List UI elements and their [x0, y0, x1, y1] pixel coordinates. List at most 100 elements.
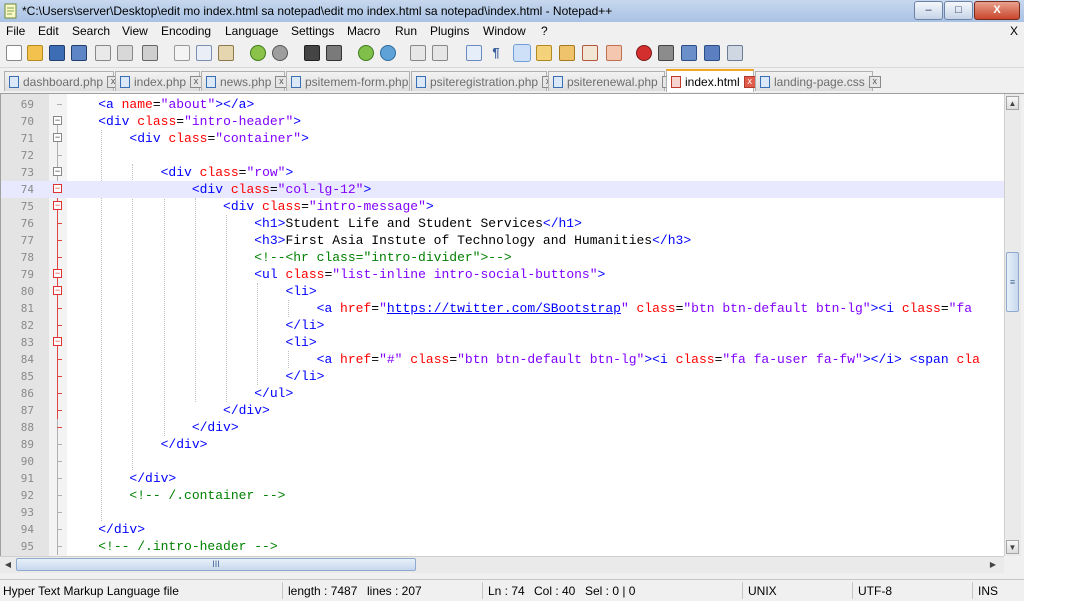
tab-close-icon[interactable]: x: [743, 75, 756, 88]
run-macro-multiple-icon[interactable]: [704, 45, 720, 61]
fold-toggle-icon[interactable]: −: [53, 167, 62, 176]
code-line[interactable]: 84 <a href="#" class="btn btn-default bt…: [1, 351, 1005, 368]
code-line[interactable]: 73 − <div class="row">: [1, 164, 1005, 181]
code-line[interactable]: 91 </div>: [1, 470, 1005, 487]
code-line[interactable]: 82 </li>: [1, 317, 1005, 334]
sync-scroll-h-icon[interactable]: [432, 45, 448, 61]
tab-psitemem-form-php[interactable]: psitemem-form.php x: [286, 71, 425, 91]
show-all-characters-icon[interactable]: ¶: [488, 45, 504, 61]
fold-toggle-icon[interactable]: −: [53, 133, 62, 142]
stop-recording-icon[interactable]: [658, 45, 674, 61]
menu-run[interactable]: Run: [395, 24, 417, 38]
sync-scroll-v-icon[interactable]: [410, 45, 426, 61]
code-line[interactable]: 75 − <div class="intro-message">: [1, 198, 1005, 215]
tab-dashboard-php[interactable]: dashboard.php x: [4, 71, 120, 91]
code-token[interactable]: https://twitter.com/SBootstrap: [387, 301, 621, 316]
code-line[interactable]: 92 <!-- /.container -->: [1, 487, 1005, 504]
vertical-scrollbar[interactable]: ▲ ≡ ▼: [1004, 94, 1021, 556]
close-all-icon[interactable]: [117, 45, 133, 61]
zoom-in-icon[interactable]: [358, 45, 374, 61]
code-line[interactable]: 86 </ul>: [1, 385, 1005, 402]
fold-toggle-icon[interactable]: −: [53, 184, 62, 193]
menu-language[interactable]: Language: [225, 24, 278, 38]
paste-icon[interactable]: [218, 45, 234, 61]
horizontal-scrollbar[interactable]: ◀ III ▶: [0, 556, 1004, 573]
code-line[interactable]: 85 </li>: [1, 368, 1005, 385]
close-button[interactable]: X: [974, 1, 1020, 20]
vertical-scroll-thumb[interactable]: ≡: [1006, 252, 1019, 312]
menu-window[interactable]: Window: [483, 24, 526, 38]
code-line[interactable]: 88 </div>: [1, 419, 1005, 436]
code-line[interactable]: 72: [1, 147, 1005, 164]
fold-toggle-icon[interactable]: −: [53, 269, 62, 278]
code-editor[interactable]: 69 <a name="about"></a> 70− <div class="i…: [0, 94, 1005, 556]
title-bar[interactable]: *C:\Users\server\Desktop\edit mo index.h…: [0, 0, 1024, 23]
tab-close-icon[interactable]: x: [868, 75, 881, 88]
save-macro-icon[interactable]: [727, 45, 743, 61]
scroll-left-arrow[interactable]: ◀: [1, 558, 15, 571]
horizontal-scroll-thumb[interactable]: III: [16, 558, 416, 571]
code-line[interactable]: 95 <!-- /.intro-header -->: [1, 538, 1005, 555]
code-line[interactable]: 80 − <li>: [1, 283, 1005, 300]
code-line[interactable]: 90: [1, 453, 1005, 470]
code-line[interactable]: 94 </div>: [1, 521, 1005, 538]
menu-encoding[interactable]: Encoding: [161, 24, 211, 38]
user-defined-language-icon[interactable]: [536, 45, 552, 61]
menu-search[interactable]: Search: [72, 24, 110, 38]
menu-help[interactable]: ?: [541, 24, 548, 38]
status-insert-mode[interactable]: INS: [978, 584, 998, 598]
scroll-up-arrow[interactable]: ▲: [1006, 96, 1019, 110]
code-line[interactable]: 78 <!--<hr class="intro-divider">-->: [1, 249, 1005, 266]
save-all-icon[interactable]: [71, 45, 87, 61]
close-file-icon[interactable]: [95, 45, 111, 61]
tab-landing-page-css[interactable]: landing-page.css x: [755, 71, 881, 91]
fold-toggle-icon[interactable]: −: [53, 337, 62, 346]
maximize-button[interactable]: □: [944, 1, 973, 20]
tab-psiteregistration-php[interactable]: psiteregistration.php x: [411, 71, 555, 91]
tab-index-html[interactable]: index.html x: [666, 69, 756, 92]
copy-icon[interactable]: [196, 45, 212, 61]
code-line[interactable]: 79 − <ul class="list-inline intro-social-…: [1, 266, 1005, 283]
tab-psiterenewal-php[interactable]: psiterenewal.php x: [548, 71, 674, 91]
open-file-icon[interactable]: [27, 45, 43, 61]
code-line[interactable]: 76 <h1>Student Life and Student Services…: [1, 215, 1005, 232]
menu-edit[interactable]: Edit: [38, 24, 59, 38]
save-icon[interactable]: [49, 45, 65, 61]
code-line[interactable]: 83 − <li>: [1, 334, 1005, 351]
status-eol-format[interactable]: UNIX: [748, 584, 777, 598]
menu-view[interactable]: View: [122, 24, 148, 38]
code-line[interactable]: 74 − <div class="col-lg-12">: [1, 181, 1005, 198]
code-line[interactable]: 70 − <div class="intro-header">: [1, 113, 1005, 130]
menu-settings[interactable]: Settings: [291, 24, 334, 38]
indent-guide-icon[interactable]: [513, 44, 531, 62]
new-file-icon[interactable]: [6, 45, 22, 61]
play-macro-icon[interactable]: [681, 45, 697, 61]
find-icon[interactable]: [304, 45, 320, 61]
code-line[interactable]: 87 </div>: [1, 402, 1005, 419]
folder-as-workspace-icon[interactable]: [606, 45, 622, 61]
record-macro-icon[interactable]: [636, 45, 652, 61]
print-icon[interactable]: [142, 45, 158, 61]
redo-icon[interactable]: [272, 45, 288, 61]
document-close-button[interactable]: X: [1010, 24, 1018, 38]
word-wrap-icon[interactable]: [466, 45, 482, 61]
menu-macro[interactable]: Macro: [347, 24, 380, 38]
code-line[interactable]: 71 − <div class="container">: [1, 130, 1005, 147]
tab-news-php[interactable]: news.php x: [201, 71, 288, 91]
code-line[interactable]: 93: [1, 504, 1005, 521]
code-line[interactable]: 77 <h3>First Asia Instute of Technology …: [1, 232, 1005, 249]
menu-plugins[interactable]: Plugins: [430, 24, 469, 38]
fold-toggle-icon[interactable]: −: [53, 116, 62, 125]
function-list-icon[interactable]: [582, 45, 598, 61]
scroll-right-arrow[interactable]: ▶: [986, 558, 1000, 571]
replace-icon[interactable]: [326, 45, 342, 61]
tab-index-php[interactable]: index.php x: [115, 71, 203, 91]
fold-toggle-icon[interactable]: −: [53, 201, 62, 210]
cut-icon[interactable]: [174, 45, 190, 61]
menu-file[interactable]: File: [6, 24, 25, 38]
zoom-out-icon[interactable]: [380, 45, 396, 61]
undo-icon[interactable]: [250, 45, 266, 61]
code-line[interactable]: 81 <a href="https://twitter.com/SBootstr…: [1, 300, 1005, 317]
minimize-button[interactable]: ‒: [914, 1, 943, 20]
code-line[interactable]: 69 <a name="about"></a>: [1, 96, 1005, 113]
